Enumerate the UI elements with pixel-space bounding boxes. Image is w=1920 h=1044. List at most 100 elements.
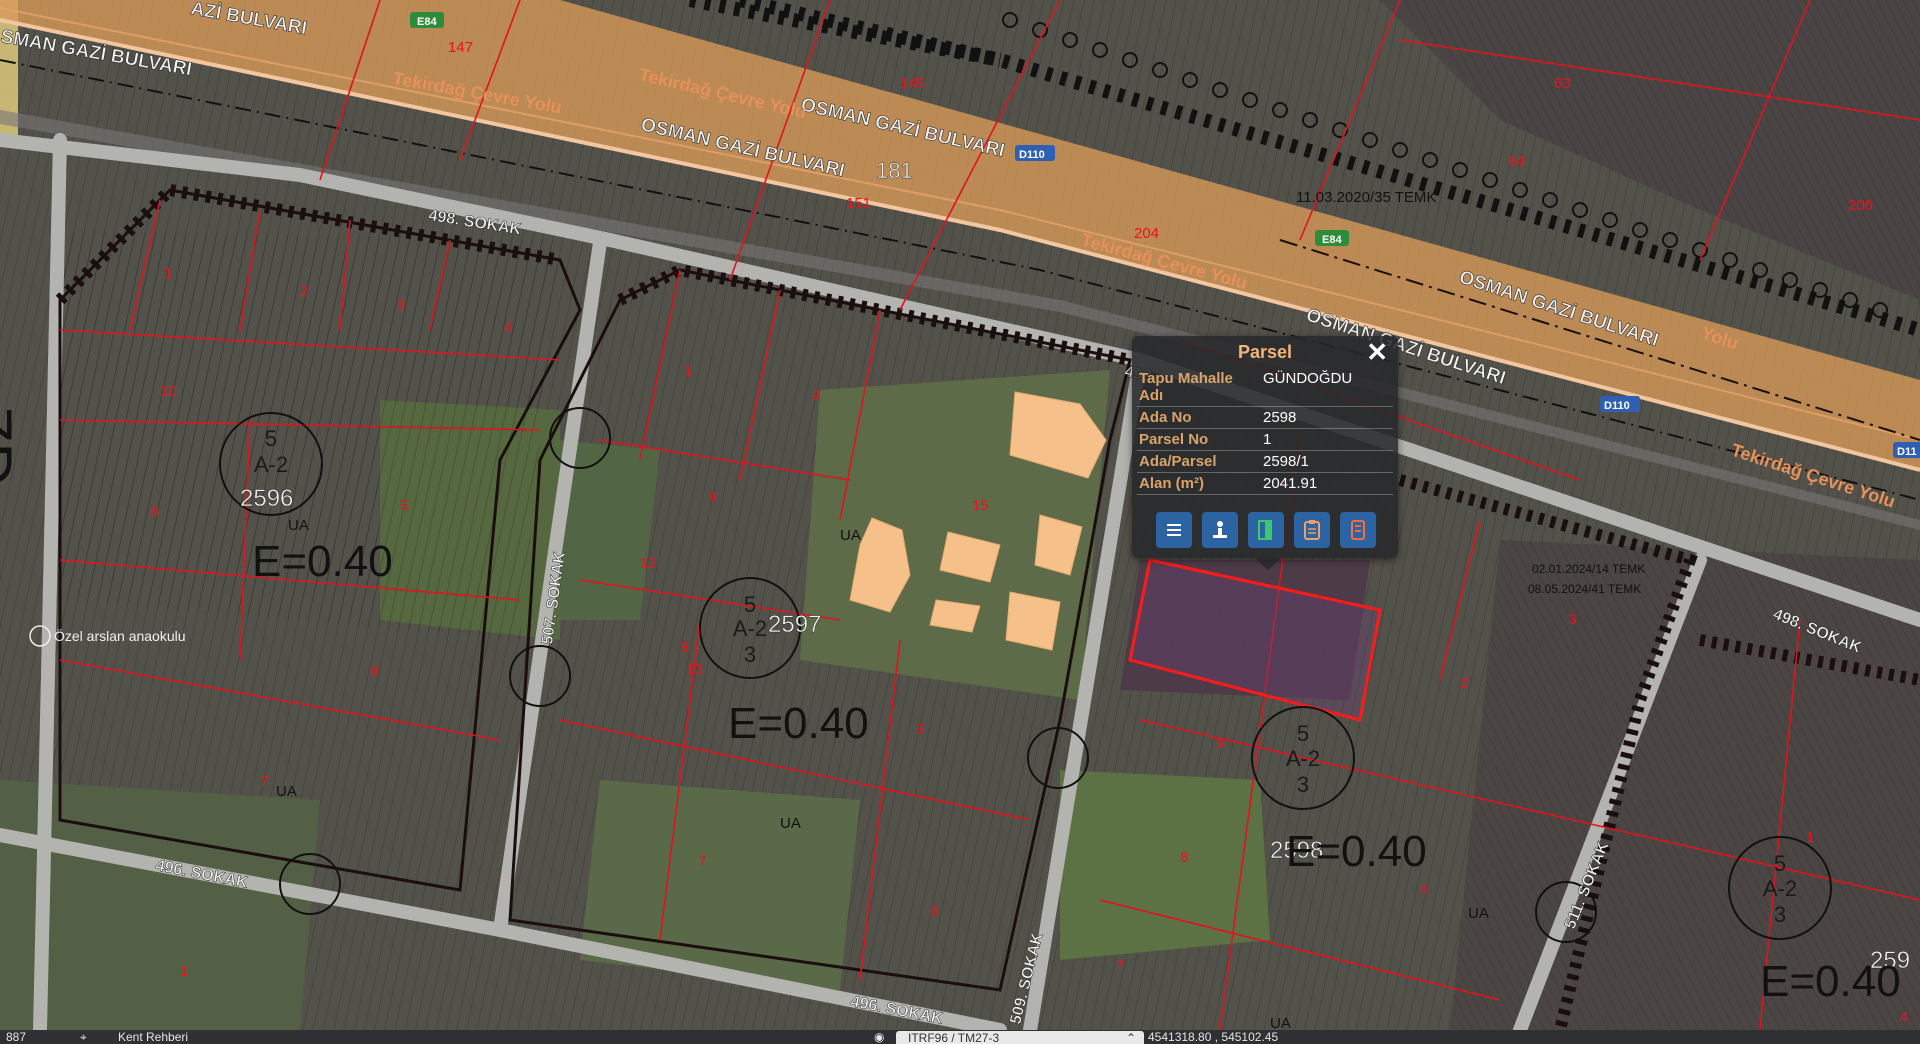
- zone-code-1-mid: A-2: [254, 452, 288, 477]
- map-canvas[interactable]: SMAN GAZİ BULVARI AZİ BULVARI OSMAN GAZİ…: [0, 0, 1920, 1030]
- status-bar: 887 ⌖ Kent Rehberi ◉ ITRF96 / TM27-3 ⌃ 4…: [0, 1030, 1920, 1044]
- table-row: Ada No 2598: [1137, 406, 1393, 429]
- parcel-number: 7: [1116, 957, 1124, 974]
- parcel-number: 1: [164, 265, 172, 282]
- parcel-number: 10: [160, 383, 177, 400]
- parcel-number: 8: [680, 639, 688, 656]
- popup-toolbar: [1156, 512, 1376, 548]
- attribute-key: Parsel No: [1137, 428, 1261, 451]
- parcel-number: 9: [708, 489, 716, 506]
- table-row: Ada/Parsel 2598/1: [1137, 450, 1393, 473]
- parcel-number: 15: [972, 497, 989, 514]
- list-button[interactable]: [1156, 512, 1192, 548]
- zone-code-3-top: 5: [1297, 721, 1309, 746]
- ua-label-5: UA: [1468, 905, 1489, 922]
- shield-e84-b: E84: [1322, 234, 1342, 246]
- ua-label-2: UA: [276, 783, 297, 800]
- door-button[interactable]: [1248, 512, 1284, 548]
- report-icon: [1351, 520, 1365, 540]
- list-icon: [1167, 524, 1181, 536]
- edge-glyph: ZD: [0, 406, 24, 486]
- zone-code-4-mid: A-2: [1763, 876, 1797, 901]
- block-number-2596: 2596: [240, 485, 293, 512]
- popup-title: Parsel: [1237, 342, 1293, 362]
- attribute-value: 1: [1261, 428, 1393, 451]
- block-number-2597: 2597: [768, 611, 821, 638]
- ua-label-6: UA: [1270, 1015, 1291, 1030]
- table-row: Parsel No 1: [1137, 428, 1393, 451]
- popup-pointer: [1255, 558, 1281, 570]
- table-row: Tapu Mahalle Adı GÜNDOĞDU: [1137, 368, 1393, 407]
- density-label-2: E=0.40: [728, 699, 869, 748]
- parcel-number: 2: [300, 283, 308, 300]
- parcel-number: 13: [686, 661, 703, 678]
- crs-select-value: ITRF96 / TM27-3: [908, 1031, 1000, 1044]
- zone-code-4-top: 5: [1774, 851, 1786, 876]
- close-icon[interactable]: ✕: [1366, 338, 1388, 366]
- block-number-181: 181: [876, 158, 913, 183]
- parcel-number: 3: [1568, 611, 1576, 628]
- globe-icon: ◉: [874, 1030, 885, 1044]
- parcel-number: 7: [698, 853, 706, 870]
- crs-select[interactable]: ITRF96 / TM27-3 ⌃: [896, 1031, 1144, 1044]
- parcel-number: 6: [930, 903, 938, 920]
- ua-label-1: UA: [288, 517, 309, 534]
- report-button[interactable]: [1340, 512, 1376, 548]
- shield-e84-a: E84: [417, 16, 437, 28]
- parcel-number: 206: [1848, 197, 1873, 214]
- person-info-icon: [1213, 521, 1227, 538]
- parcel-number: 7: [260, 773, 268, 790]
- zone-code-2-bot: 3: [744, 642, 756, 667]
- density-label-3: E=0.40: [1286, 827, 1427, 876]
- attribute-value: GÜNDOĞDU: [1261, 368, 1393, 407]
- person-info-button[interactable]: [1202, 512, 1238, 548]
- parcel-number: 4: [1900, 1009, 1908, 1026]
- parcel-number: 5: [400, 497, 408, 514]
- density-label-1: E=0.40: [252, 537, 393, 586]
- ua-label-3: UA: [840, 527, 861, 544]
- parcel-number: 63: [1554, 75, 1571, 92]
- parcel-number: 64: [1508, 153, 1525, 170]
- clipboard-button[interactable]: [1294, 512, 1330, 548]
- door-icon: [1258, 520, 1272, 540]
- location-pin-icon: ⌖: [80, 1030, 87, 1044]
- clipboard-icon: [1304, 520, 1320, 540]
- parcel-number: 204: [1134, 225, 1159, 242]
- zone-code-2-mid: A-2: [733, 616, 767, 641]
- parcel-number: 8: [1180, 849, 1188, 866]
- chevron-up-icon: ⌃: [1125, 1031, 1136, 1044]
- kent-rehberi-link[interactable]: Kent Rehberi: [118, 1030, 188, 1044]
- parcel-number: 6: [150, 503, 158, 520]
- shield-d110-a: D110: [1019, 149, 1045, 161]
- attribute-value: 2041.91: [1261, 472, 1393, 495]
- table-row: Alan (m²) 2041.91: [1137, 472, 1393, 495]
- attribute-key: Alan (m²): [1137, 472, 1261, 495]
- parcel-number: 1: [180, 963, 188, 980]
- zone-code-3-bot: 3: [1297, 772, 1309, 797]
- parcel-number: 151: [846, 195, 871, 212]
- coordinate-readout: 4541318.80 , 545102.45: [1148, 1030, 1279, 1044]
- note-mid-a: 02.01.2024/14 TEMK: [1532, 562, 1645, 576]
- parcel-number: 2: [1460, 675, 1468, 692]
- parcel-number: 3: [396, 297, 404, 314]
- attribute-value: 2598/1: [1261, 450, 1393, 473]
- attribute-value: 2598: [1261, 406, 1393, 429]
- scale-readout: 887: [6, 1030, 27, 1044]
- parcel-info-popup: Parsel ✕ Tapu Mahalle Adı GÜNDOĞDU Ada N…: [1132, 336, 1398, 570]
- note-top: 11.03.2020/35 TEMK: [1296, 189, 1436, 206]
- note-mid-b: 08.05.2024/41 TEMK: [1528, 582, 1641, 596]
- parcel-number: 5: [916, 721, 924, 738]
- density-label-4: E=0.40: [1760, 957, 1901, 1006]
- attribute-key: Ada No: [1137, 406, 1261, 429]
- poi-label[interactable]: Özel arslan anaokulu: [54, 627, 186, 644]
- zone-code-4-bot: 3: [1774, 902, 1786, 927]
- shield-d110-c: D11: [1897, 446, 1917, 458]
- parcel-number: 2: [812, 387, 820, 404]
- parcel-number: 145: [900, 75, 925, 92]
- parcel-number: 9: [1216, 735, 1224, 752]
- parcel-number: 1: [684, 363, 692, 380]
- attribute-key: Ada/Parsel: [1137, 450, 1261, 473]
- zone-code-2-top: 5: [744, 592, 756, 617]
- ua-label-4: UA: [780, 815, 801, 832]
- parcel-number: 12: [640, 555, 657, 572]
